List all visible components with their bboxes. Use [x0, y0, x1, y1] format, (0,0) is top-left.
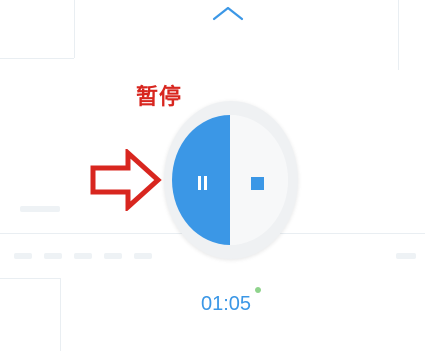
divider	[74, 0, 75, 58]
stop-button[interactable]	[230, 115, 288, 245]
pause-icon	[198, 176, 208, 190]
background-mark	[14, 253, 32, 259]
chevron-up-icon[interactable]	[211, 4, 245, 22]
divider	[398, 0, 399, 70]
recording-control-face	[172, 115, 288, 245]
background-mark	[396, 253, 416, 259]
elapsed-time: 01:05	[201, 293, 252, 315]
pause-button[interactable]	[172, 115, 230, 245]
pointer-arrow-icon	[90, 149, 162, 211]
background-mark	[44, 253, 62, 259]
stop-icon	[251, 177, 264, 190]
divider	[0, 58, 74, 59]
recording-control	[164, 101, 298, 259]
background-mark	[74, 253, 92, 259]
divider	[0, 278, 60, 279]
divider	[60, 278, 61, 351]
background-mark	[20, 206, 60, 212]
background-mark	[104, 253, 122, 259]
recording-status-dot	[255, 287, 261, 293]
background-mark	[134, 253, 152, 259]
